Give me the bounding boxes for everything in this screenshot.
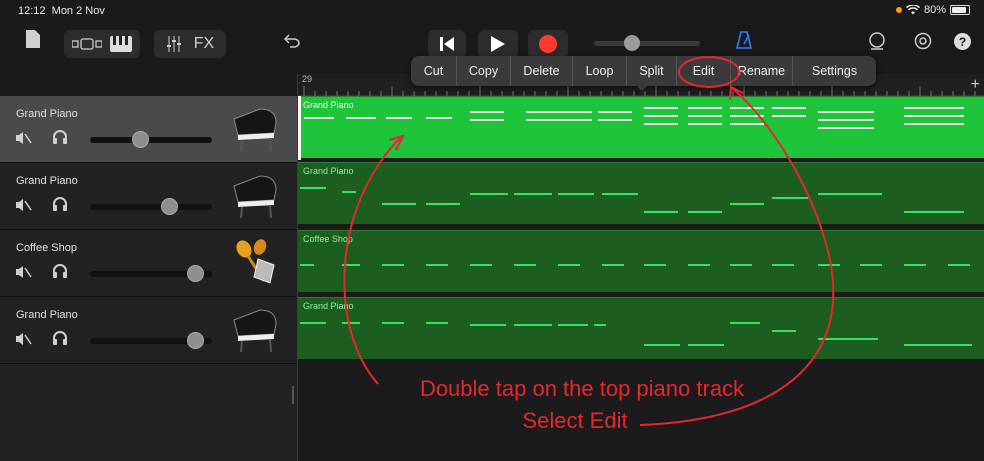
annotation-instruction-1: Double tap on the top piano track: [419, 376, 745, 401]
annotation-instruction-2: Select Edit: [522, 408, 628, 433]
garageband-screen: 12:12 Mon 2 Nov 80% FX ? 29 + Cut Copy D…: [0, 0, 984, 461]
